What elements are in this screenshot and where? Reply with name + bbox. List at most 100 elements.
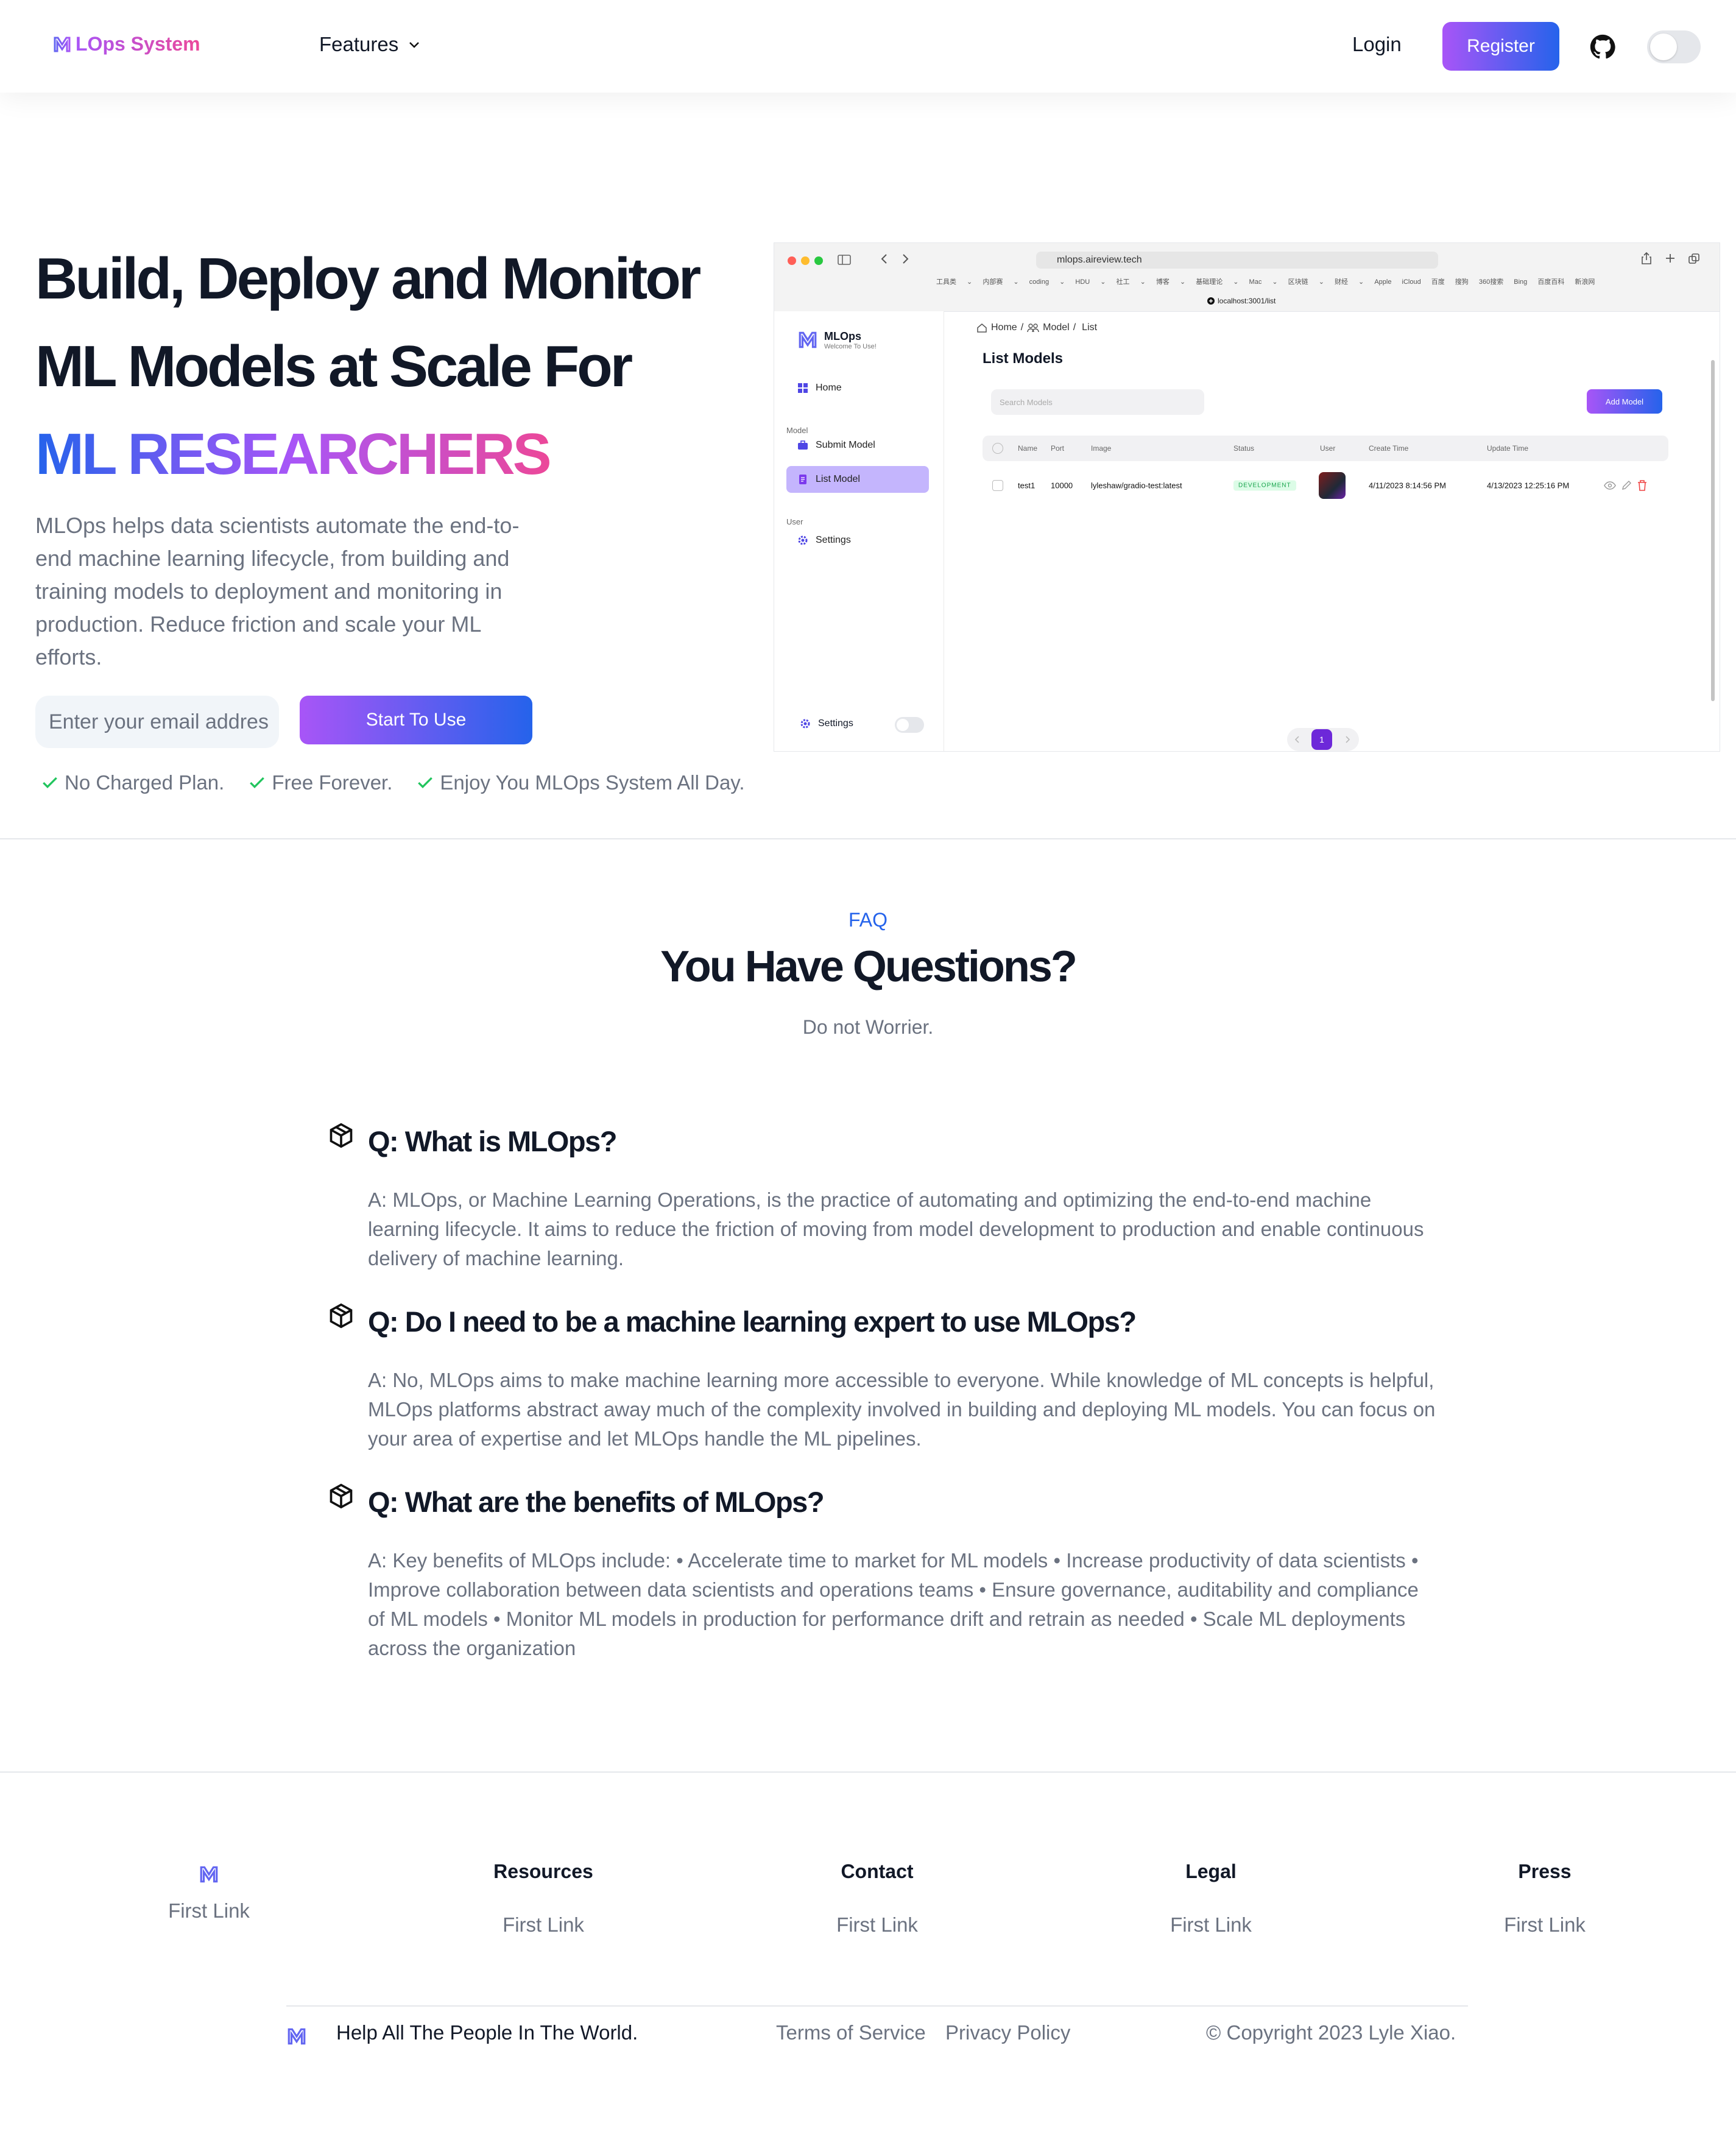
page-current[interactable]: 1 (1311, 729, 1332, 750)
delete-icon[interactable] (1637, 479, 1648, 492)
sidebar-item-submit-model[interactable]: Submit Model (786, 432, 929, 459)
page-title: List Models (983, 350, 1064, 367)
sidebar-bottom-settings[interactable]: Settings (800, 718, 853, 729)
col-create-time: Create Time (1369, 444, 1409, 453)
users-icon (1027, 323, 1039, 333)
address-bar: mlops.aireview.tech (1036, 252, 1438, 269)
section-user-label: User (786, 517, 803, 526)
sidebar-item-list-model[interactable]: List Model (786, 466, 929, 493)
check-item: Free Forever. (247, 771, 392, 794)
table-row[interactable]: test1 10000 lyleshaw/gradio-test:latest … (983, 467, 1668, 504)
sidebar-item-settings[interactable]: Settings (786, 527, 929, 554)
app-brand: MLOps Welcome To Use! (797, 330, 877, 350)
cell-create-time: 4/11/2023 8:14:56 PM (1369, 481, 1446, 490)
app-sidebar: MLOps Welcome To Use! Home Model Submit … (774, 311, 944, 751)
login-link[interactable]: Login (1352, 33, 1402, 56)
app-screenshot: mlops.aireview.tech 工具类 ⌄ 内部赛 ⌄ coding ⌄… (774, 242, 1720, 752)
search-models-input[interactable]: Search Models (991, 389, 1204, 415)
grid-icon (797, 383, 808, 394)
forward-icon (900, 253, 911, 265)
faq-title: You Have Questions? (660, 942, 1078, 991)
terms-link[interactable]: Terms of Service (776, 2021, 926, 2044)
document-icon (797, 474, 808, 485)
footer-bottom-divider (286, 2005, 1468, 2007)
next-page-icon[interactable] (1343, 735, 1352, 744)
table-header: Name Port Image Status User Create Time … (983, 436, 1668, 461)
row-checkbox[interactable] (992, 480, 1003, 491)
start-button[interactable]: Start To Use (300, 696, 532, 744)
sidebar-toggle-icon (838, 254, 852, 266)
breadcrumb-model[interactable]: Model (1043, 322, 1070, 333)
share-icon (1640, 252, 1653, 265)
scrollbar[interactable] (1711, 360, 1715, 701)
top-nav: LOps System Features Login Register (0, 0, 1736, 93)
cell-port: 10000 (1051, 481, 1073, 490)
footer-col-resources: Resources First Link (452, 1860, 635, 1937)
register-button[interactable]: Register (1442, 22, 1559, 71)
eye-icon[interactable] (1604, 481, 1616, 490)
brand-link[interactable]: LOps System (52, 33, 200, 55)
add-model-button[interactable]: Add Model (1587, 389, 1662, 414)
breadcrumb-home[interactable]: Home (991, 322, 1017, 333)
sidebar-item-label: Settings (816, 535, 851, 545)
github-icon[interactable] (1590, 34, 1615, 60)
hero-highlight: ML RESEARCHERS (35, 422, 552, 487)
col-name: Name (1018, 444, 1038, 453)
theme-toggle[interactable] (1647, 30, 1701, 63)
brand-name: LOps System (76, 33, 200, 55)
check-icon (247, 773, 267, 793)
sidebar-item-home[interactable]: Home (786, 375, 929, 401)
privacy-link[interactable]: Privacy Policy (945, 2021, 1070, 2044)
breadcrumb-list: List (1082, 322, 1098, 333)
app-subtitle: Welcome To Use! (824, 342, 877, 350)
sidebar-item-label: Home (816, 383, 842, 393)
gear-icon (800, 718, 811, 729)
status-url: localhost:3001/list (1207, 297, 1276, 305)
footer-col-title: Press (1518, 1860, 1572, 1882)
close-dot-icon (788, 256, 796, 265)
home-icon (976, 323, 987, 333)
check-item: Enjoy You MLOps System All Day. (415, 771, 745, 794)
faq-answer-1: A: MLOps, or Machine Learning Operations… (368, 1188, 1424, 1269)
footer-col-legal: Legal First Link (1120, 1860, 1302, 1937)
col-user: User (1320, 444, 1336, 453)
copyright: © Copyright 2023 Lyle Xiao. (1206, 2021, 1456, 2044)
bookmarks-bar: 工具类 ⌄ 内部赛 ⌄ coding ⌄ HDU ⌄ 社工 ⌄ 博客 ⌄ 基础理… (936, 278, 1595, 286)
logo-icon (118, 1864, 300, 1885)
faq-subtitle: Do not Worrier. (802, 1016, 934, 1038)
footer-link[interactable]: First Link (452, 1913, 635, 1937)
edit-icon[interactable] (1621, 480, 1632, 491)
logo-icon (286, 2026, 307, 2047)
plus-circle-icon (1207, 297, 1215, 305)
check-label: Enjoy You MLOps System All Day. (440, 771, 745, 794)
settings-label: Settings (818, 718, 853, 729)
email-input[interactable]: Enter your email addres (35, 696, 279, 748)
footer-link[interactable]: First Link (1453, 1913, 1636, 1937)
cell-update-time: 4/13/2023 12:25:16 PM (1487, 481, 1570, 490)
address-text: mlops.aireview.tech (1057, 255, 1142, 265)
faq-eyebrow: FAQ (848, 909, 887, 931)
back-icon (879, 253, 890, 265)
footer-link[interactable]: First Link (1120, 1913, 1302, 1937)
section-divider (0, 838, 1736, 839)
footer-col-contact: Contact First Link (786, 1860, 969, 1937)
footer-col-title: Resources (493, 1860, 593, 1882)
footer-link[interactable]: First Link (786, 1913, 969, 1937)
gear-icon (797, 535, 808, 546)
cell-image: lyleshaw/gradio-test:latest (1091, 481, 1182, 490)
select-all-checkbox[interactable] (992, 443, 1003, 454)
footer-brand-link[interactable]: First Link (118, 1899, 300, 1923)
features-menu[interactable]: Features (319, 33, 422, 56)
pagination: 1 (1287, 728, 1359, 751)
cell-name: test1 (1018, 481, 1036, 490)
col-port: Port (1051, 444, 1065, 453)
sidebar-item-label: List Model (816, 474, 860, 484)
hero-checklist: No Charged Plan. Free Forever. Enjoy You… (40, 771, 745, 794)
dark-mode-toggle[interactable] (895, 717, 924, 733)
prev-page-icon[interactable] (1293, 735, 1302, 744)
faq-answer-3: A: Key benefits of MLOps include: • Acce… (368, 1549, 1419, 1659)
cube-icon (328, 1302, 355, 1329)
tabs-icon (1688, 253, 1700, 265)
check-label: No Charged Plan. (65, 771, 225, 794)
check-item: No Charged Plan. (40, 771, 224, 794)
